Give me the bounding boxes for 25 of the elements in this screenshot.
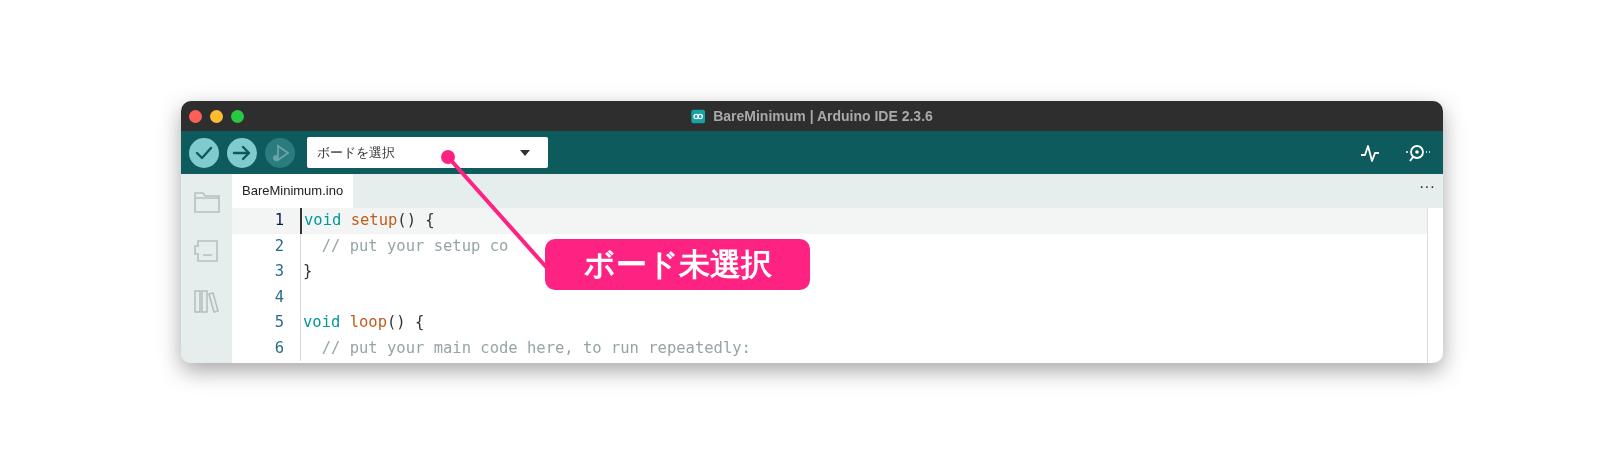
line-number: 2	[273, 235, 284, 257]
code-line: // put your main code here, to run repeatedly:	[320, 337, 751, 359]
more-button[interactable]: ···	[1419, 174, 1443, 208]
window-title: BareMinimum | Arduino IDE 2.3.6	[713, 106, 933, 126]
verify-button[interactable]	[189, 137, 219, 168]
board-select[interactable]: ボードを選択	[307, 137, 548, 168]
window-control-button[interactable]	[210, 109, 223, 123]
line-number: 4	[273, 286, 284, 308]
line-number: 3	[273, 261, 284, 282]
code-line: void setup() {	[303, 210, 435, 231]
code-line: void loop() {	[302, 312, 425, 333]
line-number: 6	[273, 337, 284, 359]
pulse-icon	[1359, 142, 1381, 165]
text-cursor	[300, 208, 302, 234]
line-number: 1	[273, 210, 284, 231]
callout-label: ボード未選択	[545, 239, 810, 290]
window-control-button[interactable]	[231, 109, 244, 123]
code-line: }	[302, 261, 313, 282]
code-line: // put your setup co	[320, 235, 509, 257]
upload-button[interactable]	[227, 137, 257, 168]
app-icon	[691, 109, 706, 123]
window-control-button[interactable]	[189, 109, 202, 123]
editor-tab[interactable]: BareMinimum.ino	[232, 174, 354, 208]
line-number: 5	[273, 312, 284, 333]
caret-icon	[520, 149, 530, 156]
